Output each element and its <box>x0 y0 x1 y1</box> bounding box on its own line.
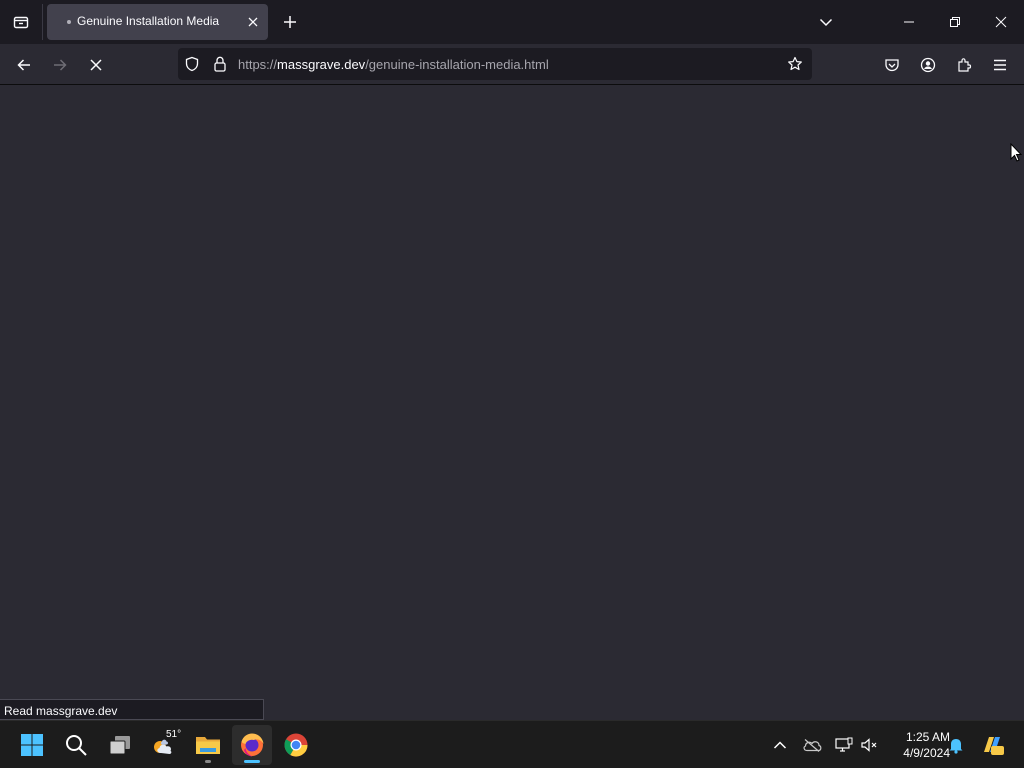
star-icon[interactable] <box>782 52 808 76</box>
firefox-icon[interactable] <box>232 725 272 765</box>
minimize-icon[interactable] <box>886 0 932 44</box>
windows-taskbar: 51° 1:25 AM 4/9/2024 <box>0 720 1024 768</box>
stop-loading-icon[interactable] <box>81 50 111 80</box>
restore-icon[interactable] <box>932 0 978 44</box>
navigation-toolbar: https://massgrave.dev/genuine-installati… <box>0 44 1024 85</box>
task-view-icon[interactable] <box>100 725 140 765</box>
close-window-icon[interactable] <box>978 0 1024 44</box>
clock-time: 1:25 AM <box>905 730 950 744</box>
new-tab-icon[interactable] <box>276 8 304 36</box>
url-path: /genuine-installation-media.html <box>365 57 549 72</box>
search-icon[interactable] <box>56 725 96 765</box>
page-content[interactable] <box>0 85 1024 720</box>
firefox-active-indicator <box>244 760 260 763</box>
tabs-list-icon[interactable] <box>0 0 42 44</box>
volume-muted-icon[interactable] <box>857 733 881 757</box>
tab-separator <box>42 4 43 40</box>
network-icon[interactable] <box>832 733 856 757</box>
forward-arrow-icon[interactable] <box>45 50 75 80</box>
account-icon[interactable] <box>913 50 943 80</box>
chevron-up-icon[interactable] <box>768 733 792 757</box>
pocket-icon[interactable] <box>877 50 907 80</box>
bell-icon[interactable] <box>944 733 968 757</box>
url-bar[interactable]: https://massgrave.dev/genuine-installati… <box>178 48 812 80</box>
back-arrow-icon[interactable] <box>9 50 39 80</box>
url-text[interactable]: https://massgrave.dev/genuine-installati… <box>238 57 549 72</box>
windows-start-icon[interactable] <box>12 725 52 765</box>
active-tab[interactable]: Genuine Installation Media <box>47 4 268 40</box>
tab-loading-dot <box>67 20 71 24</box>
browser-titlebar: Genuine Installation Media <box>0 0 1024 44</box>
tab-title: Genuine Installation Media <box>77 14 220 28</box>
close-tab-icon[interactable] <box>243 12 263 32</box>
lock-icon[interactable] <box>211 55 229 73</box>
file-explorer-icon[interactable] <box>188 725 228 765</box>
chrome-icon[interactable] <box>276 725 316 765</box>
copilot-icon[interactable] <box>980 733 1004 757</box>
status-bar: Read massgrave.dev <box>0 699 264 720</box>
onedrive-icon[interactable] <box>800 733 824 757</box>
shield-icon[interactable] <box>183 55 201 73</box>
mouse-cursor-icon <box>1010 142 1023 167</box>
url-host: massgrave.dev <box>277 57 366 72</box>
system-clock[interactable]: 1:25 AM 4/9/2024 <box>882 729 950 761</box>
menu-icon[interactable] <box>985 50 1015 80</box>
url-scheme: https:// <box>238 57 278 72</box>
extensions-icon[interactable] <box>949 50 979 80</box>
explorer-running-indicator <box>205 760 211 763</box>
clock-date: 4/9/2024 <box>903 746 950 760</box>
tab-overflow-chevron-icon[interactable] <box>812 8 840 36</box>
weather-temp: 51° <box>166 729 182 740</box>
